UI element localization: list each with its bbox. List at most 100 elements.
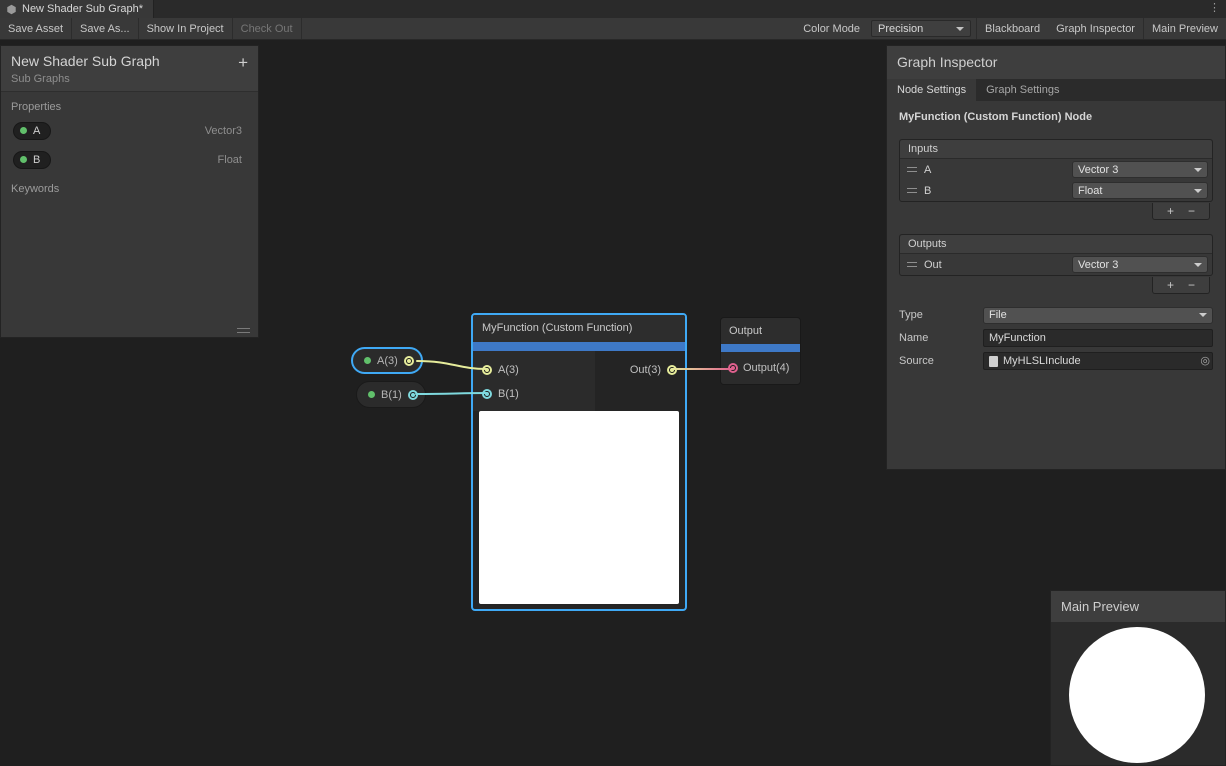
check-out-button[interactable]: Check Out (233, 18, 302, 39)
name-field-row: Name MyFunction (899, 329, 1213, 347)
inputs-row-b[interactable]: B Float (900, 180, 1212, 201)
main-preview-header[interactable]: Main Preview (1051, 591, 1225, 622)
input-port-a[interactable] (482, 365, 492, 375)
tab-graph-settings[interactable]: Graph Settings (976, 79, 1069, 101)
input-port-b-label: B(1) (498, 388, 519, 400)
property-node-a[interactable]: A(3) (351, 347, 423, 374)
outputs-row-out[interactable]: Out Vector 3 (900, 254, 1212, 275)
property-pill-a[interactable]: A (13, 122, 51, 140)
blackboard-toggle-button[interactable]: Blackboard (976, 18, 1048, 39)
input-a-type-dropdown[interactable]: Vector 3 (1072, 161, 1208, 178)
precision-color-bar (721, 344, 800, 352)
type-field-row: Type File (899, 306, 1213, 324)
input-ports-column: A(3) B(1) (473, 351, 595, 411)
input-b-name: B (924, 185, 931, 197)
input-b-type-value: Float (1078, 185, 1102, 197)
graph-canvas[interactable]: A(3) B(1) MyFunction (Custom Function) A… (0, 40, 1226, 766)
output-node-port[interactable] (728, 363, 738, 373)
color-mode-value: Precision (878, 23, 923, 35)
chevron-down-icon (1194, 189, 1202, 193)
drag-handle-icon[interactable] (907, 188, 917, 193)
source-field-row: Source MyHLSLInclude ◎ (899, 352, 1213, 370)
unity-asset-icon (6, 4, 17, 15)
name-label: Name (899, 332, 983, 344)
property-node-a-label: A(3) (377, 355, 398, 367)
blackboard-property-row[interactable]: A Vector3 (1, 116, 258, 145)
main-preview-toggle-button[interactable]: Main Preview (1144, 18, 1226, 39)
name-value: MyFunction (989, 332, 1046, 344)
blackboard-resize-handle[interactable] (237, 328, 250, 333)
graph-inspector-body: MyFunction (Custom Function) Node Inputs… (887, 101, 1225, 383)
main-preview-panel: Main Preview (1050, 590, 1226, 766)
property-b-type: Float (218, 154, 242, 166)
remove-output-button[interactable]: − (1188, 278, 1195, 292)
type-dropdown[interactable]: File (983, 307, 1213, 324)
document-tab[interactable]: New Shader Sub Graph* (0, 0, 154, 18)
property-a-type: Vector3 (205, 125, 242, 137)
input-port-b[interactable] (482, 389, 492, 399)
blackboard-panel: New Shader Sub Graph Sub Graphs + Proper… (0, 45, 259, 338)
custom-function-node-ports: A(3) B(1) Out(3) (473, 351, 685, 411)
add-property-button[interactable]: + (238, 56, 248, 70)
output-ports-column: Out(3) (595, 351, 685, 411)
drag-handle-icon[interactable] (907, 167, 917, 172)
toolbar: Save Asset Save As... Show In Project Ch… (0, 18, 1226, 40)
inputs-row-a[interactable]: A Vector 3 (900, 159, 1212, 180)
property-dot-icon (20, 156, 27, 163)
output-node-port-row: Output(4) (721, 352, 800, 384)
property-pill-b[interactable]: B (13, 151, 51, 169)
keywords-section-label: Keywords (1, 174, 258, 198)
blackboard-property-row[interactable]: B Float (1, 145, 258, 174)
subgraph-output-node[interactable]: Output Output(4) (720, 317, 801, 385)
add-input-button[interactable]: + (1167, 204, 1174, 218)
custom-function-node[interactable]: MyFunction (Custom Function) A(3) B(1) O… (471, 313, 687, 611)
precision-color-bar (473, 342, 685, 351)
output-port-row: Out(3) (630, 358, 677, 382)
custom-function-node-title: MyFunction (Custom Function) (473, 315, 685, 342)
input-port-a-label: A(3) (498, 364, 519, 376)
name-input[interactable]: MyFunction (983, 329, 1213, 347)
property-node-b[interactable]: B(1) (356, 381, 426, 408)
output-out-type-value: Vector 3 (1078, 259, 1118, 271)
tab-overflow-icon[interactable]: ⋮ (1209, 1, 1221, 14)
node-preview (479, 411, 679, 604)
input-b-type-dropdown[interactable]: Float (1072, 182, 1208, 199)
source-object-field[interactable]: MyHLSLInclude ◎ (983, 352, 1213, 370)
file-icon (989, 356, 998, 367)
output-port-out[interactable] (667, 365, 677, 375)
outputs-list: Outputs Out Vector 3 (899, 234, 1213, 276)
input-port-row-b: B(1) (473, 382, 595, 406)
save-asset-button[interactable]: Save Asset (0, 18, 72, 39)
property-dot-icon (20, 127, 27, 134)
object-picker-icon[interactable]: ◎ (1200, 356, 1210, 367)
main-preview-body[interactable] (1051, 622, 1225, 765)
output-out-name: Out (924, 259, 942, 271)
outputs-list-footer: + − (1152, 277, 1210, 294)
graph-inspector-toggle-button[interactable]: Graph Inspector (1048, 18, 1144, 39)
source-value: MyHLSLInclude (1003, 355, 1081, 367)
properties-section-label: Properties (1, 92, 258, 116)
outputs-list-header: Outputs (900, 235, 1212, 254)
graph-inspector-tabs: Node Settings Graph Settings (887, 79, 1225, 101)
save-as-button[interactable]: Save As... (72, 18, 139, 39)
output-out-type-dropdown[interactable]: Vector 3 (1072, 256, 1208, 273)
show-in-project-button[interactable]: Show In Project (139, 18, 233, 39)
output-node-port-label: Output(4) (743, 362, 789, 374)
drag-handle-icon[interactable] (907, 262, 917, 267)
remove-input-button[interactable]: − (1188, 204, 1195, 218)
graph-inspector-header[interactable]: Graph Inspector (887, 46, 1225, 79)
property-node-b-port[interactable] (408, 390, 418, 400)
input-port-row-a: A(3) (473, 358, 595, 382)
property-node-a-port[interactable] (404, 356, 414, 366)
blackboard-title: New Shader Sub Graph (11, 53, 248, 69)
add-output-button[interactable]: + (1167, 278, 1174, 292)
graph-inspector-panel: Graph Inspector Node Settings Graph Sett… (886, 45, 1226, 470)
color-mode-dropdown[interactable]: Precision (871, 20, 971, 37)
tab-node-settings[interactable]: Node Settings (887, 79, 976, 101)
toolbar-spacer (302, 18, 798, 39)
source-label: Source (899, 355, 983, 367)
preview-sphere (1069, 627, 1205, 763)
chevron-down-icon (1194, 263, 1202, 267)
color-mode-label: Color Mode (797, 18, 866, 39)
blackboard-header[interactable]: New Shader Sub Graph Sub Graphs + (1, 46, 258, 92)
